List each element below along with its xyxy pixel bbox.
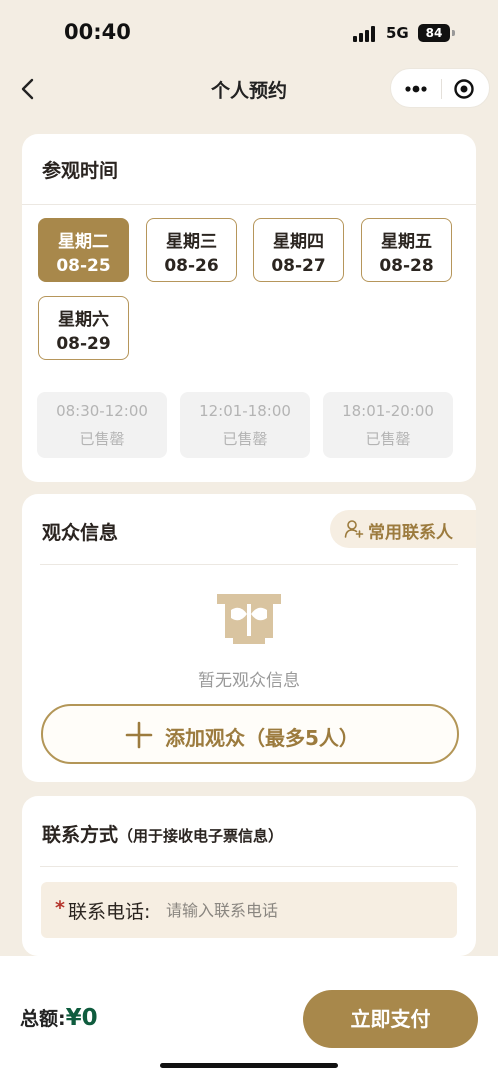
add-audience-button[interactable]: 添加观众（最多5人） [41,704,459,764]
contact-title: 联系方式（用于接收电子票信息） [42,820,283,847]
contact-title-note: （用于接收电子票信息） [118,827,284,845]
visit-time-divider [22,204,476,205]
empty-audience-text: 暂无观众信息 [198,671,300,691]
battery-level: 84 [425,26,443,40]
weekday-label: 星期三 [166,232,217,252]
slot-time: 18:01-20:00 [342,402,434,420]
network-type: 5G [386,24,409,42]
date-option-0826[interactable]: 星期三 08-26 [146,218,237,282]
audience-card: 观众信息 常用联系人 暂无观众信息 添加观众（最多5人） [22,494,476,782]
plus-icon [125,721,153,749]
frequent-contacts-label: 常用联系人 [368,523,453,543]
total-value: ¥0 [65,1005,98,1031]
mini-program-capsule [390,68,490,108]
add-audience-label: 添加观众（最多5人） [165,726,359,750]
battery-icon: 84 [418,24,450,42]
bottom-bar: 总额:¥0 立即支付 [0,956,498,1080]
contact-title-main: 联系方式 [42,824,119,846]
slot-status: 已售罄 [222,430,268,448]
date-option-0827[interactable]: 星期四 08-27 [253,218,344,282]
slot-status: 已售罄 [79,430,125,448]
status-bar: 00:40 5G 84 [0,0,498,66]
weekday-label: 星期六 [58,310,109,330]
date-label: 08-28 [379,256,434,276]
nav-bar: 个人预约 [0,66,498,112]
slot-time: 12:01-18:00 [199,402,291,420]
slot-status: 已售罄 [365,430,411,448]
date-label: 08-29 [56,334,111,354]
contact-card: 联系方式（用于接收电子票信息） * 联系电话: [22,796,476,956]
time-slot-morning[interactable]: 08:30-12:00 已售罄 [37,392,167,458]
phone-input[interactable] [166,894,446,926]
phone-label: 联系电话: [68,901,151,923]
required-mark: * [55,897,65,919]
weekday-label: 星期五 [381,232,432,252]
more-icon[interactable] [403,80,429,98]
date-label: 08-25 [56,256,111,276]
date-label: 08-27 [271,256,326,276]
date-option-0829[interactable]: 星期六 08-29 [38,296,129,360]
contact-divider [40,866,458,867]
close-target-icon[interactable] [453,78,475,100]
date-option-0825[interactable]: 星期二 08-25 [38,218,129,282]
total-amount: 总额:¥0 [20,1004,98,1031]
signal-icon [353,26,379,42]
add-person-icon [344,520,364,538]
phone-field: * 联系电话: [41,882,457,938]
battery-tip [452,30,455,36]
visit-time-card: 参观时间 星期二 08-25 星期三 08-26 星期四 08-27 星期五 0… [22,134,476,482]
status-time: 00:40 [64,20,131,44]
slot-time: 08:30-12:00 [56,402,148,420]
home-indicator [160,1063,338,1068]
time-slot-evening[interactable]: 18:01-20:00 已售罄 [323,392,453,458]
frequent-contacts-button[interactable]: 常用联系人 [330,510,476,548]
bronze-vessel-icon [217,594,281,644]
weekday-label: 星期四 [273,232,324,252]
audience-title: 观众信息 [42,522,119,544]
pay-now-button[interactable]: 立即支付 [303,990,478,1048]
visit-time-title: 参观时间 [42,160,119,182]
date-label: 08-26 [164,256,219,276]
weekday-label: 星期二 [58,232,109,252]
time-slot-afternoon[interactable]: 12:01-18:00 已售罄 [180,392,310,458]
audience-divider [40,564,458,565]
total-label: 总额: [20,1008,66,1030]
capsule-divider [441,79,442,99]
date-option-0828[interactable]: 星期五 08-28 [361,218,452,282]
